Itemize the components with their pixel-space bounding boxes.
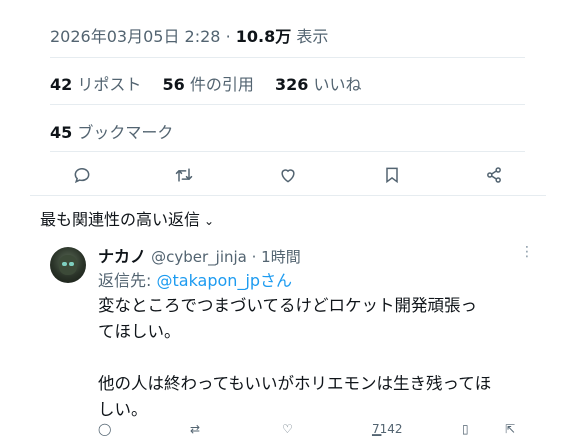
views-count: 10.8万 — [235, 27, 292, 46]
reply-like-icon[interactable]: ♡ — [282, 422, 293, 436]
reply-retweet-icon[interactable]: ⇄ — [190, 422, 200, 436]
reply-reply-icon[interactable]: ◯ — [98, 422, 111, 436]
reply-sort-dropdown[interactable]: 最も関連性の高い返信 ⌄ — [40, 206, 214, 230]
reply-text-line: 他の人は終わってもいいがホリエモンは生き残ってほ — [98, 374, 492, 393]
share-icon — [487, 167, 501, 183]
reply-body: 変なところでつまづいてるけどロケット開発頑張っ てほしい。 他の人は終わってもい… — [98, 293, 538, 423]
likes-label: いいね — [313, 75, 362, 94]
reply-to: 返信先: @takapon_jpさん — [98, 267, 292, 291]
bookmarks-label: ブックマーク — [77, 123, 174, 142]
reply-button[interactable] — [70, 163, 94, 187]
tweet-meta: 2026年03月05日 2:28 · 10.8万 表示 — [50, 23, 328, 47]
reply-sort-label: 最も関連性の高い返信 — [40, 210, 201, 229]
avatar[interactable] — [50, 247, 86, 283]
reply-to-prefix: 返信先: — [98, 271, 157, 290]
reply-share-icon[interactable]: ⇱ — [505, 422, 515, 436]
reply-author-name[interactable]: ナカノ — [98, 247, 146, 266]
like-button[interactable] — [276, 163, 300, 187]
likes-stat[interactable]: 326 いいね — [275, 71, 362, 95]
divider — [50, 151, 525, 152]
chevron-down-icon: ⌄ — [204, 214, 215, 228]
divider — [50, 57, 525, 58]
avatar-eye — [62, 262, 67, 266]
reposts-stat[interactable]: 42 リポスト — [50, 71, 141, 95]
divider — [30, 195, 546, 196]
reply-header: ナカノ @cyber_jinja · 1時間 — [98, 243, 301, 267]
bookmarks-count: 45 — [50, 123, 73, 142]
share-button[interactable] — [482, 163, 506, 187]
reply-text-line: てほしい。 — [98, 322, 181, 341]
reply-icon — [74, 167, 90, 184]
reposts-count: 42 — [50, 75, 73, 94]
reply-to-handle[interactable]: @takapon_jpさん — [156, 271, 292, 290]
reply-time[interactable]: 1時間 — [261, 248, 301, 266]
divider — [50, 104, 525, 105]
avatar-eye — [69, 262, 74, 266]
quotes-stat[interactable]: 56 件の引用 — [162, 71, 253, 95]
reply-bookmark-icon[interactable]: ▯ — [462, 422, 469, 436]
quotes-label: 件の引用 — [189, 75, 254, 94]
bookmark-button[interactable] — [380, 163, 404, 187]
reply-actions: ◯ ⇄ ♡ ▁ 7142 ▯ ⇱ — [0, 422, 576, 436]
reply-text-line: 変なところでつまづいてるけどロケット開発頑張っ — [98, 296, 478, 315]
reposts-label: リポスト — [77, 75, 142, 94]
quotes-count: 56 — [162, 75, 185, 94]
tweet-actions — [0, 163, 576, 187]
bookmarks-stat[interactable]: 45 ブックマーク — [50, 119, 173, 143]
likes-count: 326 — [274, 75, 309, 94]
reply-author-handle[interactable]: @cyber_jinja — [151, 248, 247, 266]
timestamp[interactable]: 2026年03月05日 2:28 — [50, 27, 220, 46]
meta-separator: · — [225, 27, 231, 46]
retweet-icon — [175, 168, 193, 182]
like-icon — [281, 169, 295, 183]
stats-row: 42 リポスト 56 件の引用 326 いいね — [50, 71, 377, 95]
views-label: 表示 — [296, 27, 329, 46]
reply-views-count: 7142 — [372, 422, 403, 436]
bookmark-icon — [386, 167, 398, 184]
retweet-button[interactable] — [172, 163, 196, 187]
reply-separator: · — [246, 248, 262, 266]
more-options-icon[interactable]: ⋮ — [520, 244, 534, 260]
reply-text-line: しい。 — [98, 400, 148, 419]
